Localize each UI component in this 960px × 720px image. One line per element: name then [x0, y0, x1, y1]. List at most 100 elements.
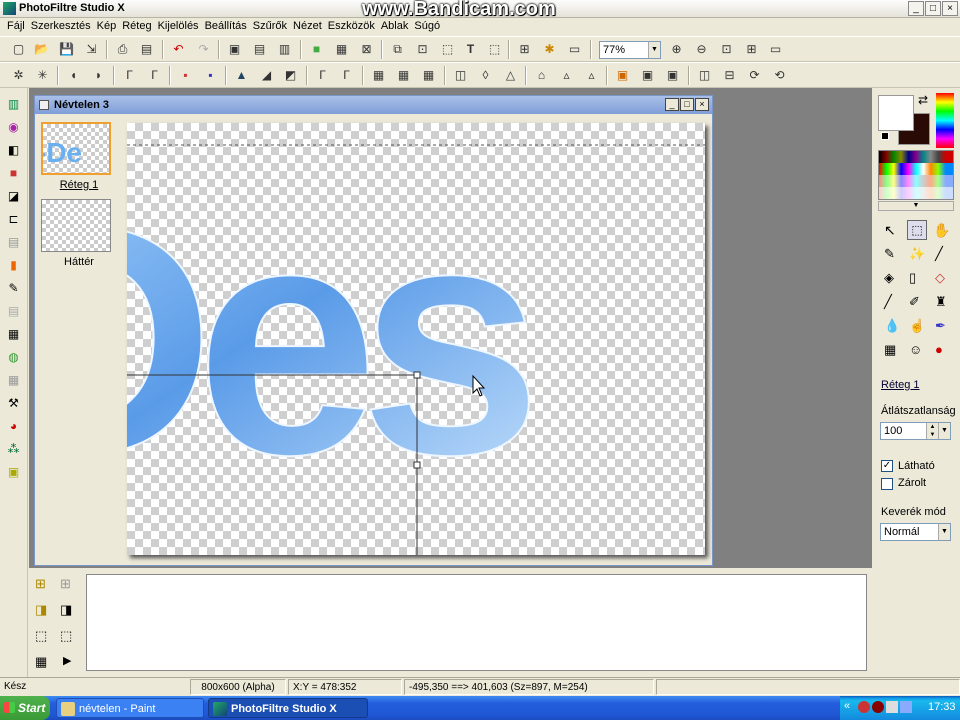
color-icon[interactable]: ■	[308, 41, 325, 58]
fill-icon[interactable]: ◈	[884, 270, 894, 286]
history-4-icon[interactable]: ◨	[60, 602, 72, 618]
sharpen-icon[interactable]: △	[502, 67, 519, 84]
color-3-icon[interactable]: ▣	[664, 67, 681, 84]
filter-1-icon[interactable]: ▦	[370, 67, 387, 84]
menu-view[interactable]: Nézet	[290, 18, 325, 36]
menu-file[interactable]: Fájl	[4, 18, 28, 36]
fullscreen-icon[interactable]: ▭	[767, 41, 784, 58]
menu-edit[interactable]: Szerkesztés	[28, 18, 94, 36]
tool-16-icon[interactable]: ⁂	[5, 441, 22, 458]
saturation-down-icon[interactable]: ▪	[177, 67, 194, 84]
hue-slider[interactable]	[936, 93, 954, 148]
swap-colors-icon[interactable]: ⇄	[918, 93, 928, 107]
color-2-icon[interactable]: ▣	[639, 67, 656, 84]
history-5-icon[interactable]: ⬚	[35, 628, 47, 644]
tool-15-icon[interactable]: ◕	[5, 418, 22, 435]
plugin-icon[interactable]: ✱	[541, 41, 558, 58]
menu-window[interactable]: Ablak	[378, 18, 412, 36]
doc-close-button[interactable]: ×	[695, 98, 709, 111]
tool-13-icon[interactable]: ▦	[5, 372, 22, 389]
foreground-swatch[interactable]	[878, 95, 914, 131]
tray-icon-4[interactable]	[900, 701, 912, 713]
selection-tool-icon[interactable]: ⬚	[907, 220, 927, 240]
crop-icon[interactable]: ⊠	[358, 41, 375, 58]
doc-maximize-button[interactable]: □	[680, 98, 694, 111]
invert-icon[interactable]: ◩	[282, 67, 299, 84]
line-tool-icon[interactable]: ╱	[935, 246, 943, 262]
strawberry-icon[interactable]: ●	[935, 342, 943, 357]
brightness-down-icon[interactable]: ◖	[65, 67, 82, 84]
menu-adjust[interactable]: Beállítás	[202, 18, 250, 36]
menu-tools[interactable]: Eszközök	[325, 18, 378, 36]
layer-icon[interactable]: ⊡	[414, 41, 431, 58]
open-folder-icon[interactable]: 📂	[33, 41, 50, 58]
tool-9-icon[interactable]: ✎	[5, 280, 22, 297]
grid-icon[interactable]: ▦	[333, 41, 350, 58]
rotate-2-icon[interactable]: ⟲	[771, 67, 788, 84]
tray-icon-2[interactable]	[872, 701, 884, 713]
actual-size-icon[interactable]: ⊞	[743, 41, 760, 58]
doc-minimize-button[interactable]: _	[665, 98, 679, 111]
portrait-icon[interactable]: ☺	[909, 342, 922, 357]
selection-icon[interactable]: ⬚	[439, 41, 456, 58]
minimize-button[interactable]: _	[908, 1, 924, 16]
filter-2-icon[interactable]: ▦	[395, 67, 412, 84]
history-list[interactable]	[86, 574, 867, 671]
blend-mode-select[interactable]: Normál ▼	[880, 523, 951, 541]
stamp-icon[interactable]: ♜	[935, 294, 947, 310]
task-photofiltre[interactable]: PhotoFiltre Studio X	[208, 698, 368, 718]
start-button[interactable]: Start	[0, 696, 50, 720]
rotate-icon[interactable]: ⟳	[746, 67, 763, 84]
menu-layer[interactable]: Réteg	[119, 18, 154, 36]
relief-2-icon[interactable]: ▵	[583, 67, 600, 84]
window-icon[interactable]: ▭	[566, 41, 583, 58]
layer-name-label[interactable]: Réteg 1	[881, 379, 920, 391]
new-file-icon[interactable]: ▢	[10, 41, 27, 58]
brush-icon[interactable]: ╱	[884, 294, 892, 310]
eyedropper-icon[interactable]: ✎	[884, 246, 895, 262]
shape-icon[interactable]: ⬚	[486, 41, 503, 58]
maximize-button[interactable]: □	[925, 1, 941, 16]
clone-icon[interactable]: ✒	[935, 318, 946, 334]
filter-3-icon[interactable]: ▦	[420, 67, 437, 84]
chevron-down-icon[interactable]: ▼	[648, 42, 660, 58]
layer-thumbnail-1[interactable]: -De	[41, 122, 111, 175]
locked-checkbox[interactable]	[881, 478, 893, 490]
flip-v-icon[interactable]: ⊟	[721, 67, 738, 84]
history-6-icon[interactable]: ⬚	[60, 628, 72, 644]
tray-expand-icon[interactable]: «	[844, 700, 850, 712]
menu-filters[interactable]: Szűrők	[250, 18, 290, 36]
tool-6-icon[interactable]: ⊏	[5, 211, 22, 228]
paste-icon[interactable]: ▤	[251, 41, 268, 58]
copy-image-icon[interactable]: ▣	[226, 41, 243, 58]
brightness-up-icon[interactable]: ◗	[90, 67, 107, 84]
history-7-icon[interactable]: ▦	[35, 654, 47, 670]
auto-contrast-icon[interactable]: ✳	[34, 67, 51, 84]
layer-label-1[interactable]: Réteg 1	[35, 179, 123, 191]
menu-help[interactable]: Súgó	[411, 18, 443, 36]
tool-12-icon[interactable]: ◍	[5, 349, 22, 366]
contrast-down-icon[interactable]: Γ	[121, 67, 138, 84]
auto-level-icon[interactable]: ✲	[10, 67, 27, 84]
zoom-out-icon[interactable]: ⊖	[693, 41, 710, 58]
paste-layer-icon[interactable]: ▥	[276, 41, 293, 58]
tool-2-icon[interactable]: ◉	[5, 119, 22, 136]
tool-5-icon[interactable]: ◪	[5, 188, 22, 205]
scan-icon[interactable]: ▤	[138, 41, 155, 58]
tool-11-icon[interactable]: ▦	[5, 326, 22, 343]
tool-7-icon[interactable]: ▤	[5, 234, 22, 251]
close-button[interactable]: ×	[942, 1, 958, 16]
layer-tree-icon[interactable]: ⊞	[516, 41, 533, 58]
palette-scroll[interactable]: ▼	[878, 201, 954, 211]
saturation-up-icon[interactable]: ▪	[202, 67, 219, 84]
undo-icon[interactable]: ↶	[170, 41, 187, 58]
smudge-icon[interactable]: ☝	[909, 318, 925, 334]
drop-icon[interactable]: ◊	[477, 67, 494, 84]
gamma-up-icon[interactable]: ◢	[258, 67, 275, 84]
task-paint[interactable]: névtelen - Paint	[56, 698, 204, 718]
play-icon[interactable]: ▶	[63, 654, 71, 667]
print-icon[interactable]: ⎙	[114, 41, 131, 58]
menu-image[interactable]: Kép	[94, 18, 120, 36]
zoom-select[interactable]: 77% ▼	[599, 41, 661, 59]
fit-icon[interactable]: ⊡	[718, 41, 735, 58]
